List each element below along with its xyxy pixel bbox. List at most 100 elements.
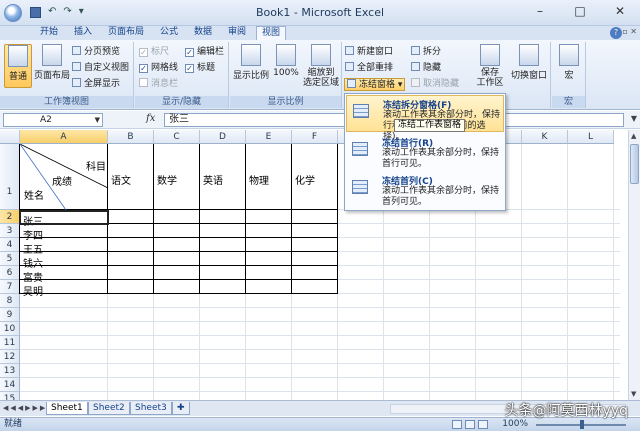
column-header[interactable]: A [20, 130, 108, 144]
page-layout-view-icon[interactable] [465, 420, 475, 429]
tab-formulas[interactable]: 公式 [154, 26, 184, 40]
switch-windows-button[interactable]: 切换窗口 [509, 44, 549, 88]
column-header[interactable]: E [246, 130, 292, 144]
new-window-button[interactable]: 新建窗口 [345, 46, 393, 59]
page-layout-view-button[interactable]: 页面布局 [34, 44, 70, 88]
sheet-tab-2[interactable]: Sheet2 [88, 402, 130, 415]
formula-bar-checkbox[interactable]: ✓ 编辑栏 [185, 46, 224, 59]
ruler-checkbox[interactable]: ✓ 标尺 [139, 46, 169, 59]
column-header[interactable]: F [292, 130, 338, 144]
row-header[interactable]: 12 [0, 350, 20, 364]
row-header[interactable]: 6 [0, 266, 20, 280]
headings-checkbox[interactable]: ✓ 标题 [185, 62, 215, 75]
full-screen-button[interactable]: 全屏显示 [72, 78, 120, 91]
name-box[interactable]: A2 ▼ [3, 113, 103, 127]
sheet-tab-1[interactable]: Sheet1 [46, 402, 88, 415]
group-label-macros: 宏 [552, 96, 585, 108]
normal-view-icon[interactable] [452, 420, 462, 429]
gridline [20, 321, 620, 322]
formula-bar: A2 ▼ fx 张三 ▼ [0, 111, 640, 129]
workbook-window-controls-icon[interactable]: – ▫ ✕ [616, 27, 637, 36]
column-header[interactable]: K [522, 130, 568, 144]
scroll-down-icon[interactable]: ▼ [631, 390, 636, 398]
arrange-all-icon [345, 62, 354, 71]
active-cell-a2[interactable] [19, 210, 109, 225]
page-break-view-icon[interactable] [478, 420, 488, 429]
column-header[interactable]: D [200, 130, 246, 144]
save-workspace-button[interactable]: 保存 工作区 [473, 44, 507, 88]
row-header[interactable]: 2 [0, 210, 20, 224]
name-cell[interactable]: 钱六 [23, 255, 43, 270]
normal-view-button[interactable]: 普通 [4, 44, 32, 88]
scroll-up-icon[interactable]: ▲ [631, 132, 636, 140]
freeze-first-column-icon [352, 180, 368, 194]
row-header[interactable]: 1 [0, 144, 20, 210]
tab-insert[interactable]: 插入 [68, 26, 98, 40]
unhide-button[interactable]: 取消隐藏 [411, 78, 459, 91]
ribbon-tabs: 开始 插入 页面布局 公式 数据 审阅 视图 ? – ▫ ✕ [0, 26, 640, 40]
row-header[interactable]: 11 [0, 336, 20, 350]
column-header[interactable]: L [568, 130, 614, 144]
zoom-slider-handle[interactable] [580, 420, 584, 429]
vertical-scrollbar[interactable]: ▲ ▼ [628, 130, 640, 400]
row-header[interactable]: 3 [0, 224, 20, 238]
freeze-panes-icon [347, 79, 356, 88]
custom-views-icon [72, 62, 81, 71]
tab-page-layout[interactable]: 页面布局 [102, 26, 150, 40]
subject-english: 英语 [203, 176, 223, 187]
name-cell[interactable]: 李四 [23, 227, 43, 242]
sheet-nav-icons[interactable]: ◀◀◀▶▶▶ [3, 404, 47, 412]
vertical-scroll-thumb[interactable] [630, 144, 639, 184]
tab-data[interactable]: 数据 [188, 26, 218, 40]
custom-views-button[interactable]: 自定义视图 [72, 62, 129, 75]
tab-view[interactable]: 视图 [256, 26, 286, 40]
name-cell[interactable]: 吴明 [23, 283, 43, 298]
zoom-100-button[interactable]: 100% [272, 44, 300, 88]
row-header[interactable]: 13 [0, 364, 20, 378]
table-border [291, 144, 292, 294]
menu-freeze-top-row[interactable]: 冻结首行(R) 滚动工作表其余部分时，保持首行可见。 [346, 134, 504, 171]
row-header[interactable]: 4 [0, 238, 20, 252]
freeze-panes-button[interactable]: 冻结窗格 ▾ [344, 78, 406, 91]
zoom-button[interactable]: 显示比例 [232, 44, 270, 88]
diagonal-header-lines [20, 144, 109, 211]
minimize-button[interactable]: – [520, 0, 560, 24]
row-header[interactable]: 10 [0, 322, 20, 336]
zoom-100-icon [276, 44, 296, 66]
message-bar-checkbox[interactable]: 消息栏 [139, 78, 178, 91]
worksheet-grid[interactable]: ABCDEFGHIJKL123456789101112131415161718科… [0, 130, 628, 400]
row-header[interactable]: 5 [0, 252, 20, 266]
row-header[interactable]: 9 [0, 308, 20, 322]
hide-button[interactable]: 隐藏 [411, 62, 441, 75]
close-button[interactable]: ✕ [600, 0, 640, 24]
insert-sheet-icon[interactable]: ✚ [172, 402, 190, 415]
normal-view-icon [8, 45, 28, 67]
zoom-to-selection-button[interactable]: 缩放到 选定区域 [302, 44, 340, 88]
macros-button[interactable]: 宏 [555, 44, 583, 88]
column-header[interactable]: B [108, 130, 154, 144]
row-header[interactable]: 15 [0, 392, 20, 400]
group-show-hide: ✓ 标尺 ✓ 网格线 消息栏 ✓ 编辑栏 ✓ 标题 显示/隐藏 [135, 42, 229, 108]
tab-home[interactable]: 开始 [34, 26, 64, 40]
maximize-button[interactable]: □ [560, 0, 600, 24]
tab-review[interactable]: 审阅 [222, 26, 252, 40]
page-break-preview-button[interactable]: 分页预览 [72, 46, 120, 59]
select-all-corner[interactable] [0, 130, 20, 144]
insert-function-icon[interactable]: fx [146, 113, 155, 124]
row-header[interactable]: 14 [0, 378, 20, 392]
name-cell[interactable]: 王五 [23, 241, 43, 256]
chevron-down-icon[interactable]: ▼ [95, 114, 100, 126]
column-header[interactable]: C [154, 130, 200, 144]
subject-chinese: 语文 [111, 176, 131, 187]
freeze-panes-icon [353, 104, 369, 118]
sheet-tab-3[interactable]: Sheet3 [130, 402, 172, 415]
row-header[interactable]: 7 [0, 280, 20, 294]
gridlines-checkbox[interactable]: ✓ 网格线 [139, 62, 178, 75]
arrange-all-button[interactable]: 全部重排 [345, 62, 393, 75]
expand-formula-bar-icon[interactable]: ▼ [631, 114, 637, 123]
row-header[interactable]: 8 [0, 294, 20, 308]
subject-chemistry: 化学 [295, 176, 315, 187]
split-button[interactable]: 拆分 [411, 46, 441, 59]
name-cell[interactable]: 富贵 [23, 269, 43, 284]
menu-freeze-first-column[interactable]: 冻结首列(C) 滚动工作表其余部分时，保持首列可见。 [346, 172, 504, 209]
